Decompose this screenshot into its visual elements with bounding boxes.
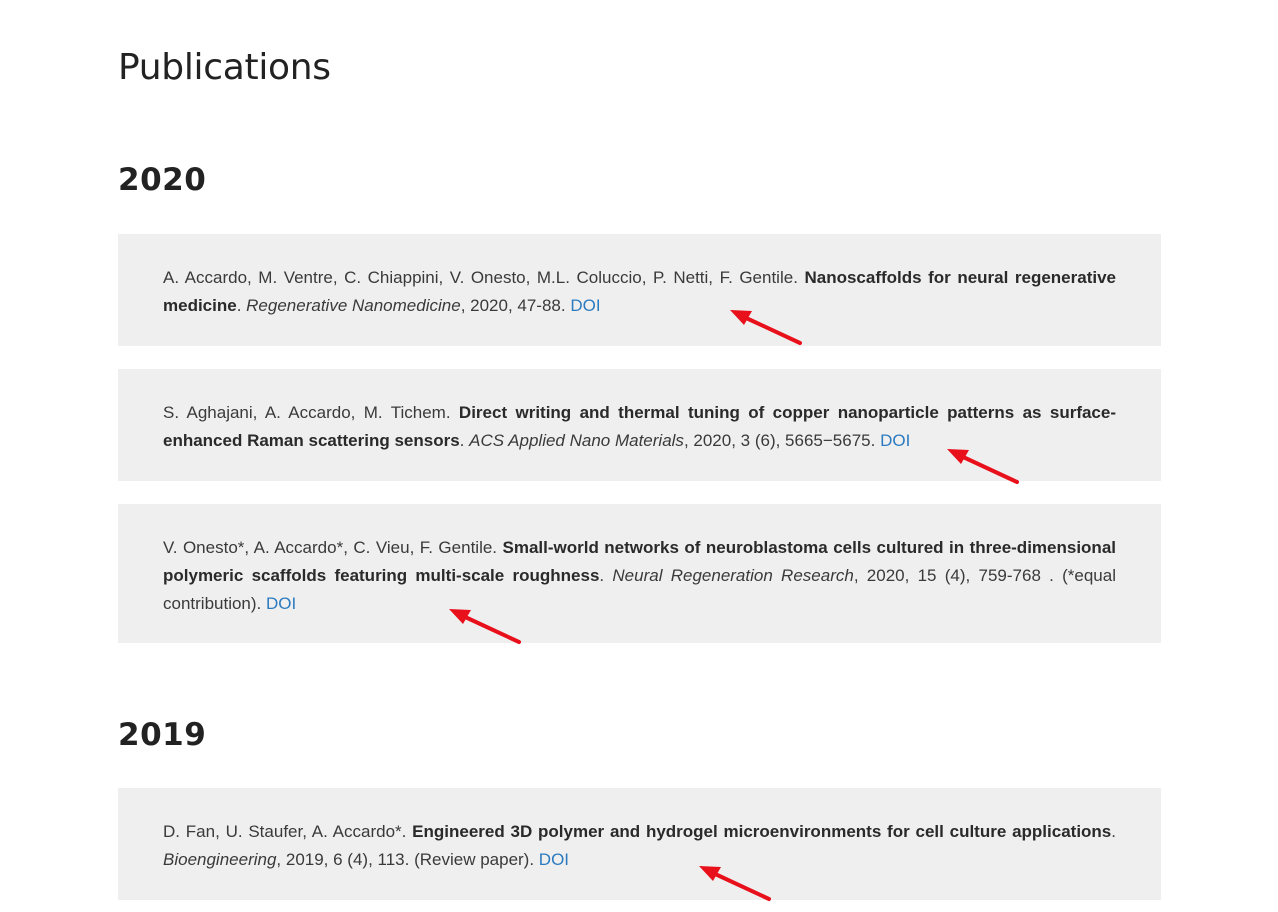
publication-details: , 2020, 3 (6), 5665−5675. bbox=[683, 431, 881, 450]
year-heading-2019: 2019 bbox=[118, 717, 207, 753]
publication-journal: Neural Regeneration Research bbox=[612, 566, 854, 585]
publication-card: A. Accardo, M. Ventre, C. Chiappini, V. … bbox=[118, 234, 1161, 346]
publication-journal: ACS Applied Nano Materials bbox=[469, 431, 684, 450]
publication-authors: A. Accardo, M. Ventre, C. Chiappini, V. … bbox=[163, 268, 805, 287]
publication-separator: . bbox=[459, 431, 470, 450]
publication-citation: V. Onesto*, A. Accardo*, C. Vieu, F. Gen… bbox=[163, 534, 1116, 618]
publication-citation: S. Aghajani, A. Accardo, M. Tichem. Dire… bbox=[163, 399, 1116, 455]
publication-card: V. Onesto*, A. Accardo*, C. Vieu, F. Gen… bbox=[118, 504, 1161, 643]
publication-details: , 2020, 47-88. bbox=[460, 296, 571, 315]
publication-authors: V. Onesto*, A. Accardo*, C. Vieu, F. Gen… bbox=[163, 538, 503, 557]
doi-link[interactable]: DOI bbox=[539, 850, 569, 869]
publication-journal: Regenerative Nanomedicine bbox=[246, 296, 461, 315]
publication-citation: D. Fan, U. Staufer, A. Accardo*. Enginee… bbox=[163, 818, 1116, 874]
publication-card: S. Aghajani, A. Accardo, M. Tichem. Dire… bbox=[118, 369, 1161, 481]
publication-card: D. Fan, U. Staufer, A. Accardo*. Enginee… bbox=[118, 788, 1161, 900]
publication-authors: S. Aghajani, A. Accardo, M. Tichem. bbox=[163, 403, 459, 422]
publication-separator: . bbox=[236, 296, 247, 315]
doi-link[interactable]: DOI bbox=[570, 296, 600, 315]
publication-authors: D. Fan, U. Staufer, A. Accardo*. bbox=[163, 822, 413, 841]
doi-link[interactable]: DOI bbox=[880, 431, 910, 450]
publication-title: Engineered 3D polymer and hydrogel micro… bbox=[412, 822, 1112, 841]
doi-link[interactable]: DOI bbox=[266, 594, 296, 613]
publication-details: , 2019, 6 (4), 113. (Review paper). bbox=[276, 850, 539, 869]
publication-citation: A. Accardo, M. Ventre, C. Chiappini, V. … bbox=[163, 264, 1116, 320]
publication-separator: . bbox=[599, 566, 613, 585]
publication-journal: Bioengineering bbox=[163, 850, 277, 869]
publication-separator: . bbox=[1111, 822, 1116, 841]
page-title: Publications bbox=[118, 47, 331, 88]
year-heading-2020: 2020 bbox=[118, 162, 207, 198]
